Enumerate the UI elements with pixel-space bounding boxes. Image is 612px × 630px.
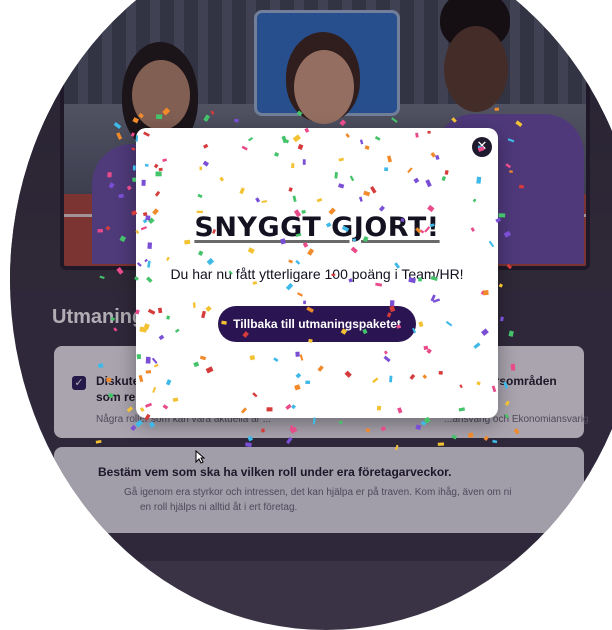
- modal-message: Du har nu fått ytterligare 100 poäng i T…: [170, 266, 464, 282]
- back-to-challenge-package-button[interactable]: Tillbaka till utmaningspaketet: [218, 306, 416, 342]
- modal-headline: SNYGGT GJORT!: [194, 212, 440, 243]
- close-icon[interactable]: ✕: [472, 137, 492, 157]
- circular-viewport: Utmaning ✓ Diskute som res arsområden Nå…: [10, 0, 612, 630]
- app-page: Utmaning ✓ Diskute som res arsområden Nå…: [10, 0, 612, 561]
- mouse-pointer-icon: [195, 450, 205, 464]
